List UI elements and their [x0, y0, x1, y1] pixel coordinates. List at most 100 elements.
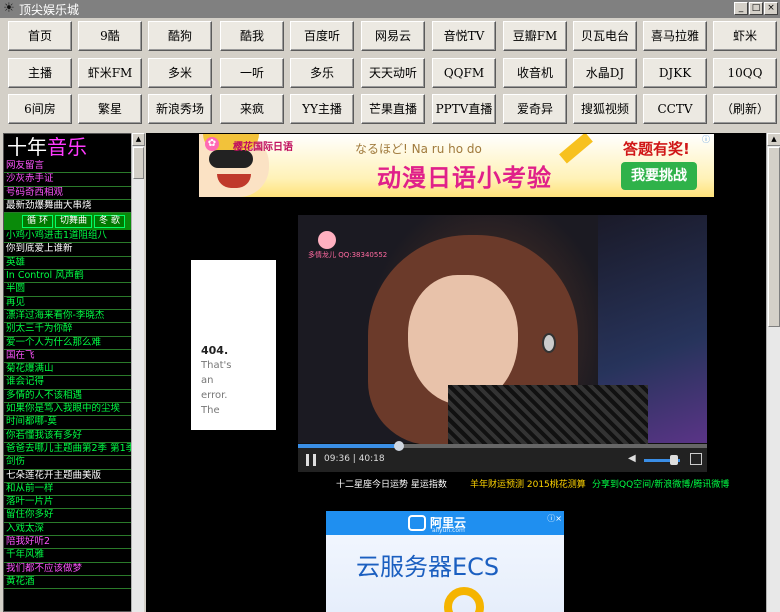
nav-button-1-9[interactable]: DJKK [643, 58, 707, 88]
earring-icon [542, 333, 556, 353]
playlist-item[interactable]: 黄花酒 [4, 576, 143, 590]
playlist-item[interactable]: 爱一个人为什么那么难 [4, 337, 143, 350]
playlist-item[interactable]: 陪我好听2 [4, 536, 143, 550]
nav-button-0-5[interactable]: 网易云 [361, 21, 425, 51]
nav-button-1-10[interactable]: 10QQ [713, 58, 777, 88]
nav-button-2-6[interactable]: PPTV直播 [432, 94, 496, 124]
ad-close-icon[interactable]: ⓘ× [547, 513, 562, 524]
horoscope-link[interactable]: 十二星座今日运势 星运指数 [336, 477, 447, 490]
playlist-item[interactable]: 英雄 [4, 257, 143, 271]
nav-button-2-8[interactable]: 搜狐视频 [573, 94, 637, 124]
nav-button-2-0[interactable]: 6间房 [8, 94, 72, 124]
playlist-item[interactable]: 半圆 [4, 283, 143, 297]
playlist-item[interactable]: 最新劲爆舞曲大串烧 [4, 200, 143, 214]
nav-button-0-3[interactable]: 酷我 [220, 21, 284, 51]
nav-button-0-2[interactable]: 酷狗 [148, 21, 212, 51]
playlist-control-button[interactable]: 冬 歌 [94, 215, 125, 229]
error-message: That's an error. The [201, 360, 232, 416]
nav-button-1-3[interactable]: 一听 [220, 58, 284, 88]
playlist-item[interactable]: 沙灰赤手证 [4, 173, 143, 187]
banner-ruby: なるほど! Na ru ho do [355, 142, 482, 156]
nav-button-1-1[interactable]: 虾米FM [78, 58, 142, 88]
cloud-ad[interactable]: 阿里云 aliyun.com ⓘ× 云服务器ECS [326, 511, 564, 612]
minimize-button[interactable]: _ [734, 2, 748, 15]
playlist-item[interactable]: In Control 风声鹤 [4, 270, 143, 284]
nav-button-2-3[interactable]: 来疯 [220, 94, 284, 124]
nav-button-0-4[interactable]: 百度听 [290, 21, 354, 51]
video-player[interactable]: 多情龙儿 QQ:38340552 [298, 215, 707, 444]
window-controls: _ □ × [734, 2, 778, 15]
playlist-control-button[interactable]: 循 环 [22, 215, 53, 229]
progress-knob[interactable] [394, 441, 404, 451]
pause-icon[interactable] [306, 454, 316, 466]
nav-button-2-9[interactable]: CCTV [643, 94, 707, 124]
banner-headline: 动漫日语小考验 [377, 163, 552, 192]
playlist-item[interactable]: 别太三千为你醉 [4, 323, 143, 337]
playlist-item[interactable]: 千年风雅 [4, 549, 143, 563]
playlist-item[interactable]: 菊花爆满山 [4, 363, 143, 377]
nav-button-1-7[interactable]: 收音机 [503, 58, 567, 88]
playlist-scrollbar[interactable]: ▲ [131, 133, 145, 612]
playlist-item[interactable]: 网友留言 [4, 160, 143, 174]
playlist-item[interactable]: 谁会记得 [4, 376, 143, 390]
scroll-up-arrow-icon[interactable]: ▲ [767, 133, 780, 146]
nav-button-1-8[interactable]: 水晶DJ [573, 58, 637, 88]
fullscreen-icon[interactable] [690, 453, 702, 465]
nav-button-1-5[interactable]: 天天动听 [361, 58, 425, 88]
nav-button-0-0[interactable]: 首页 [8, 21, 72, 51]
nav-button-0-7[interactable]: 豆瓣FM [503, 21, 567, 51]
nav-button-2-10[interactable]: （刷新） [713, 94, 777, 124]
playlist-item[interactable]: 你若懂我该有多好 [4, 430, 143, 443]
playlist-item[interactable]: 多情的人不该相遇 [4, 390, 143, 404]
nav-button-0-1[interactable]: 9酷 [78, 21, 142, 51]
restore-button[interactable]: □ [749, 2, 763, 15]
fortune-link[interactable]: 羊年财运预测 2015桃花测算 [470, 477, 586, 490]
nav-button-2-4[interactable]: YY主播 [290, 94, 354, 124]
close-button[interactable]: × [764, 2, 778, 15]
nav-button-1-0[interactable]: 主播 [8, 58, 72, 88]
volume-icon[interactable]: ◀ [628, 454, 638, 464]
nav-button-0-9[interactable]: 喜马拉雅 [643, 21, 707, 51]
playlist-controls: 循 环切舞曲冬 歌 [4, 213, 143, 231]
nav-button-0-10[interactable]: 虾米 [713, 21, 777, 51]
playlist-control-button[interactable]: 切舞曲 [54, 215, 92, 229]
page-scroll-thumb[interactable] [768, 147, 780, 327]
playlist-item[interactable]: 和从前一样 [4, 483, 143, 497]
playlist-item[interactable]: 剑伤 [4, 456, 143, 470]
playlist-item[interactable]: 号码奇西相观 [4, 187, 143, 200]
playlist-title-a: 十年 [7, 135, 47, 159]
pencil-icon [559, 134, 593, 164]
playlist-item[interactable]: 如果你是笃入我眼中的尘埃 [4, 403, 143, 417]
nav-button-2-7[interactable]: 爱奇异 [503, 94, 567, 124]
nav-button-1-6[interactable]: QQFM [432, 58, 496, 88]
playlist-item[interactable]: 漂洋过海来看你-李晓杰 [4, 310, 143, 324]
video-watermark: 多情龙儿 QQ:38340552 [308, 251, 388, 259]
playlist-item[interactable]: 你到底爱上谁新 [4, 243, 143, 257]
playlist-item[interactable]: 七朵莲花开主题曲美版 [4, 470, 143, 483]
nav-button-2-5[interactable]: 芒果直播 [361, 94, 425, 124]
scroll-thumb[interactable] [133, 147, 144, 179]
nav-button-0-6[interactable]: 音悦TV [432, 21, 496, 51]
challenge-button[interactable]: 我要挑战 [621, 162, 697, 190]
share-link[interactable]: 分享到QQ空间/新浪微博/腾讯微博 [592, 477, 729, 490]
playlist-item[interactable]: 爸爸去哪儿主题曲第2季 第1季 [4, 443, 143, 457]
nav-button-2-1[interactable]: 繁星 [78, 94, 142, 124]
playlist-item[interactable]: 时间都哪-莫 [4, 416, 143, 430]
playlist-item[interactable]: 再见 [4, 297, 143, 310]
playlist-item[interactable]: 入戏太深 [4, 523, 143, 537]
volume-knob[interactable] [670, 455, 678, 465]
playlist-item[interactable]: 小鸡小鸡进击1道阻组八 [4, 230, 143, 244]
nav-button-1-4[interactable]: 多乐 [290, 58, 354, 88]
nav-button-1-2[interactable]: 多米 [148, 58, 212, 88]
scroll-up-arrow-icon[interactable]: ▲ [132, 133, 145, 146]
ad-info-icon[interactable]: ⓘ [702, 135, 712, 145]
playlist-item[interactable]: 留住你多好 [4, 509, 143, 523]
nav-button-0-8[interactable]: 贝瓦电台 [573, 21, 637, 51]
playlist-item[interactable]: 落叶一片片 [4, 496, 143, 510]
nav-button-2-2[interactable]: 新浪秀场 [148, 94, 212, 124]
banner-ad[interactable]: ✿ 樱花国际日语 なるほど! Na ru ho do 动漫日语小考验 答题有奖!… [199, 134, 714, 197]
page-scrollbar[interactable]: ▲ [766, 133, 780, 612]
playlist-item[interactable]: 国在飞 [4, 350, 143, 364]
playlist-item[interactable]: 我们都不应该做梦 [4, 563, 143, 576]
video-progress-bar[interactable] [298, 441, 707, 451]
